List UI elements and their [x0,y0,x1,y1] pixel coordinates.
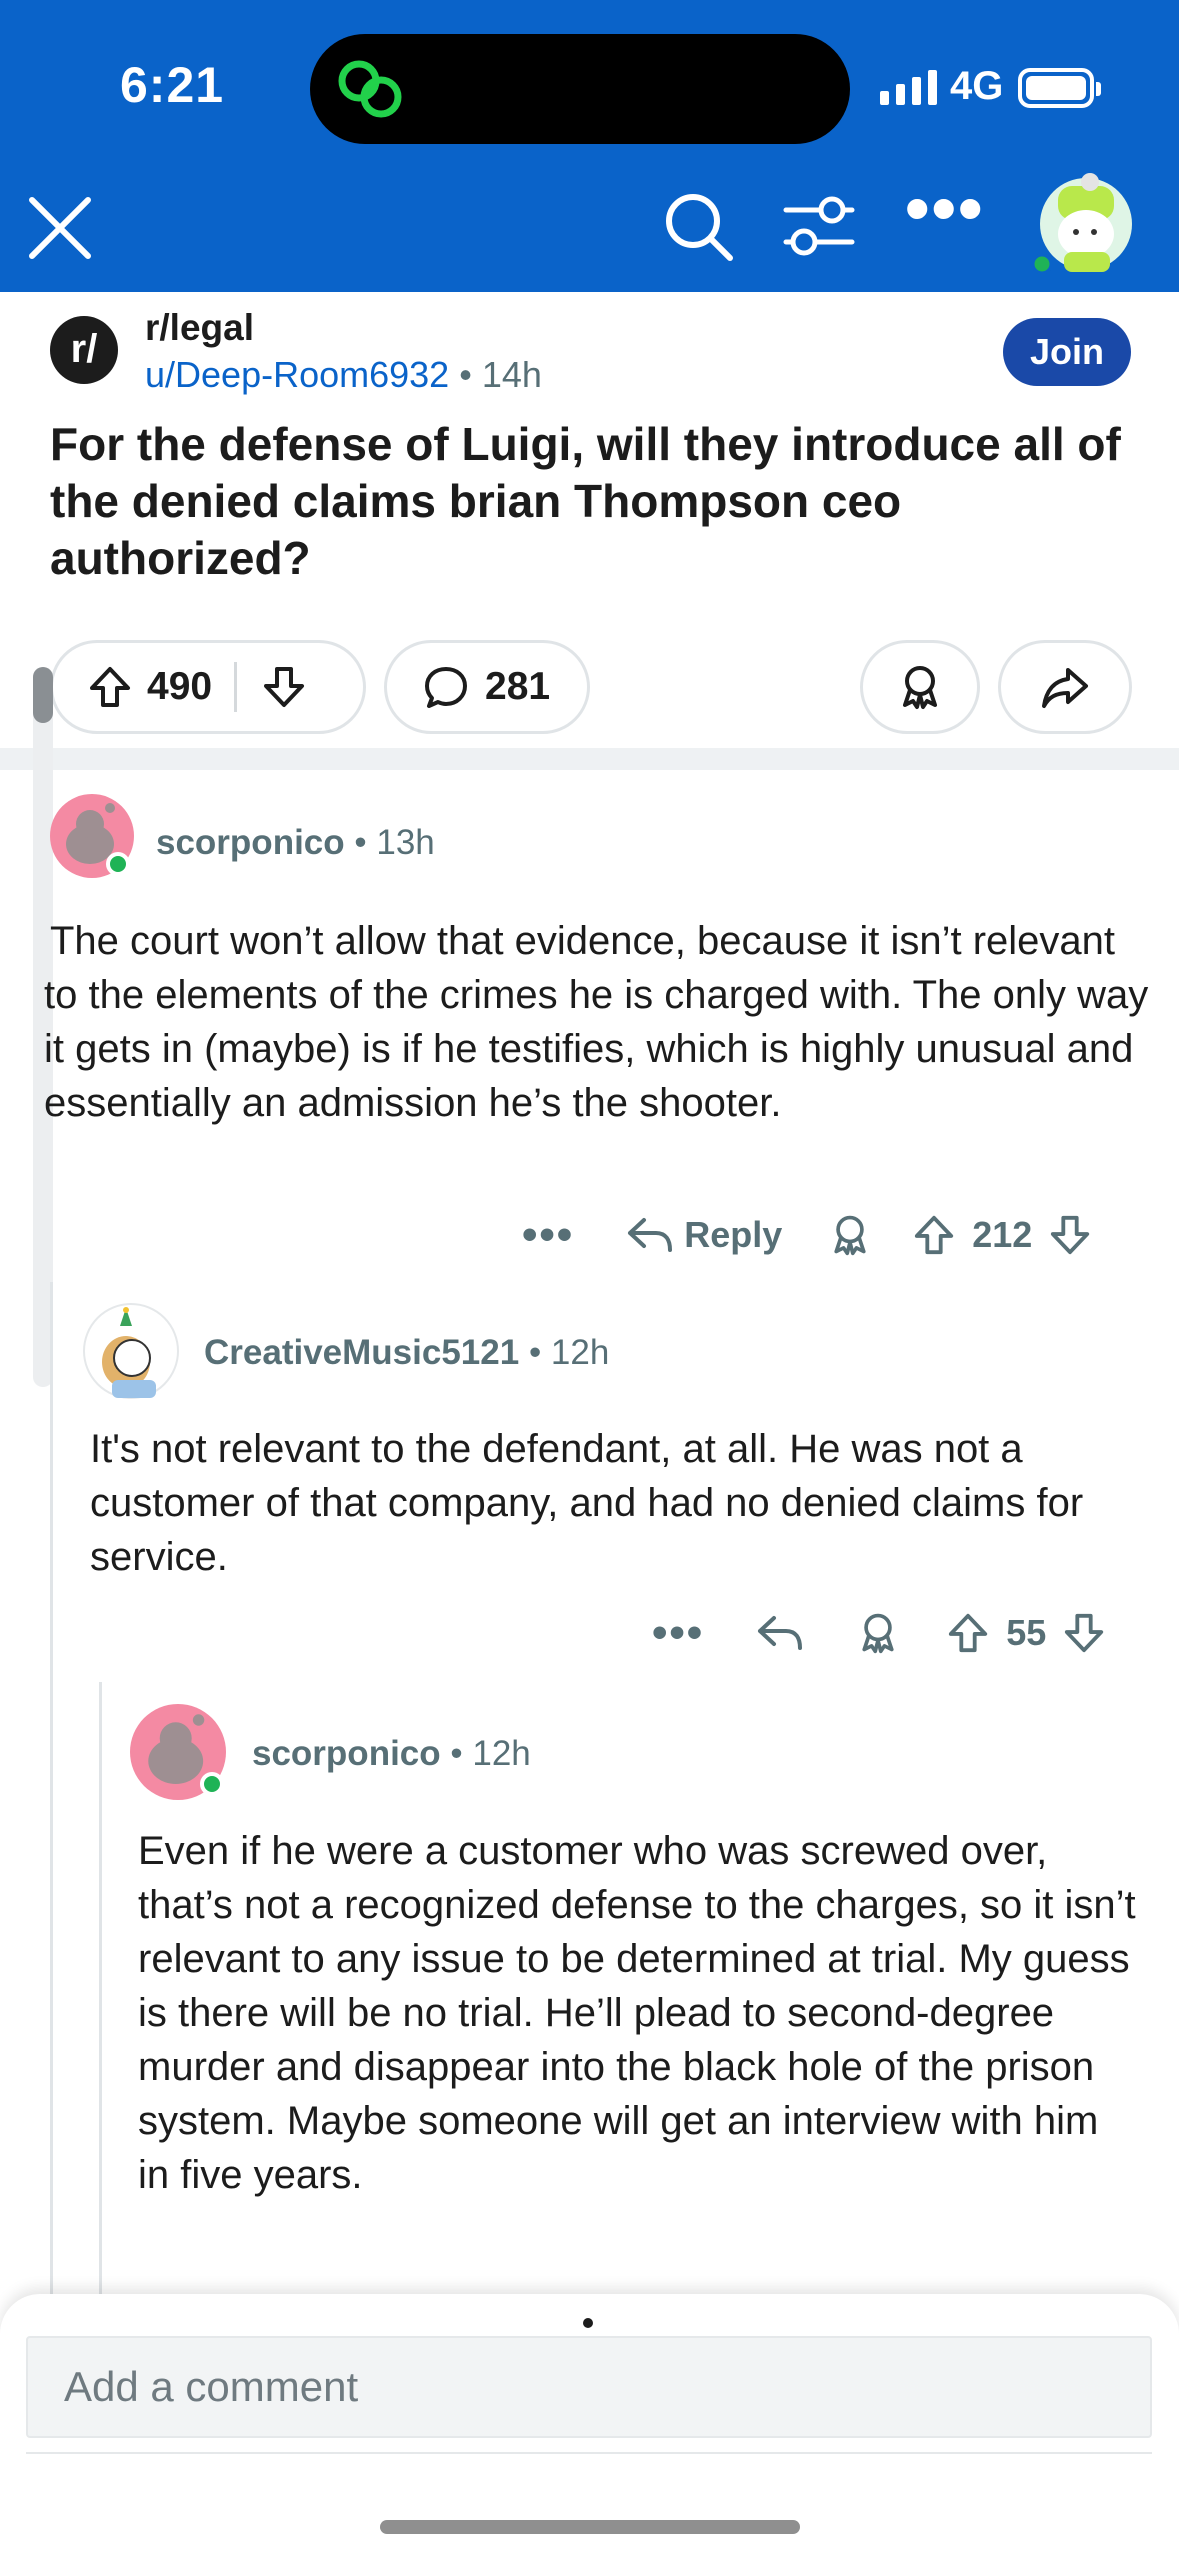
drag-handle[interactable] [583,2318,593,2328]
battery-icon [1018,68,1101,108]
search-icon[interactable] [660,188,736,264]
comment-score: 55 [1006,1612,1047,1653]
post-title: For the defense of Luigi, will they intr… [50,418,1121,584]
thread-line[interactable] [99,1682,102,2382]
more-icon[interactable]: ••• [652,1608,704,1658]
comment-body: Even if he were a customer who was screw… [138,1829,1136,2197]
reply-button[interactable]: Reply [684,1214,782,1256]
comment-time: • 13h [354,823,435,862]
user-avatar[interactable] [1028,166,1138,276]
downvote-icon[interactable] [261,664,307,710]
downvote-icon[interactable] [1062,1611,1106,1655]
join-button[interactable]: Join [1003,318,1131,386]
signal-icon [880,70,937,105]
home-indicator[interactable] [380,2520,800,2534]
upvote-icon[interactable] [912,1213,956,1257]
award-icon[interactable] [828,1213,872,1257]
post-meta: u/Deep-Room6932 • 14h [145,354,542,396]
comment-body: The court won’t allow that evidence, bec… [44,919,1149,1125]
vote-bar: 490 [50,640,366,734]
award-icon[interactable] [856,1611,900,1655]
post-sheet: r/ r/legal u/Deep-Room6932 • 14h Join Fo… [0,292,1179,2556]
comment-actions: ••• 55 [652,1608,1106,1658]
section-divider [0,748,1179,770]
subreddit-name[interactable]: r/legal [145,307,254,349]
reply-icon[interactable] [626,1214,674,1256]
reply-icon[interactable] [756,1612,804,1654]
comment-author[interactable]: CreativeMusic5121 • 12h [204,1333,609,1373]
vote-divider [234,662,238,712]
comment-body: It's not relevant to the defendant, at a… [90,1427,1084,1579]
top-bar: 6:21 4G ••• [0,0,1179,292]
chain-link-icon [338,60,402,118]
status-time: 6:21 [120,57,225,113]
online-indicator [106,852,130,876]
close-icon[interactable] [24,192,96,264]
comment-time: • 12h [528,1333,610,1372]
comment-author-name[interactable]: CreativeMusic5121 [204,1333,519,1372]
post-age: 14h [481,354,542,395]
filter-icon[interactable] [782,192,856,262]
award-icon [903,666,937,709]
comment-score: 212 [972,1214,1033,1255]
dynamic-island [310,34,850,144]
comment-composer [0,2294,1179,2556]
downvote-icon[interactable] [1048,1213,1092,1257]
comment-author[interactable]: scorponico • 13h [156,823,435,863]
comment-author[interactable]: scorponico • 12h [252,1734,531,1774]
share-icon [1042,668,1088,708]
upvote-icon[interactable] [946,1611,990,1655]
subreddit-logo[interactable]: r/ [50,316,118,384]
comment-author-name[interactable]: scorponico [252,1734,441,1773]
post-comment-count: 281 [485,665,551,708]
commenter-avatar[interactable] [82,1302,180,1400]
thread-line[interactable] [50,1282,53,2382]
comment-icon [425,667,467,708]
network-label: 4G [950,64,1004,108]
post-author[interactable]: u/Deep-Room6932 [145,354,449,395]
comment-time: • 12h [450,1734,531,1773]
meta-separator: • [459,354,472,395]
add-comment-input[interactable] [26,2336,1152,2438]
more-icon[interactable]: ••• [905,173,983,264]
comment-author-name[interactable]: scorponico [156,823,345,862]
post-upvote-count: 490 [147,665,213,708]
comments-button[interactable]: 281 [384,640,590,734]
share-button[interactable] [998,640,1132,734]
upvote-icon[interactable] [87,664,133,710]
comment-actions: ••• Reply 212 [522,1210,1092,1260]
more-icon[interactable]: ••• [522,1210,574,1260]
composer-divider [26,2452,1152,2454]
online-indicator [200,1772,224,1796]
award-button[interactable] [860,640,980,734]
